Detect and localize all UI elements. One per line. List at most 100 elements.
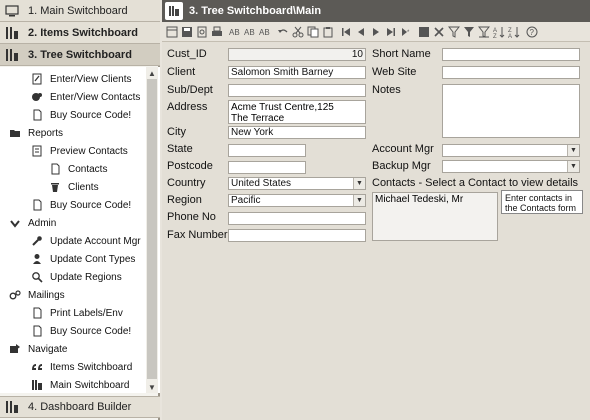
country-combo[interactable]: United States ▼: [228, 177, 366, 190]
city-field[interactable]: New York: [228, 126, 366, 139]
state-field[interactable]: [228, 144, 306, 157]
previous-record-icon[interactable]: [354, 25, 367, 39]
tree-item-main-switchboard[interactable]: Main Switchboard: [30, 376, 129, 393]
chevron-down-icon[interactable]: ▼: [567, 161, 579, 172]
tree-item-label: Enter/View Contacts: [50, 91, 141, 103]
scroll-thumb[interactable]: [147, 79, 157, 379]
client-label: Client: [167, 66, 196, 78]
tree-item-label: Update Cont Types: [50, 253, 136, 265]
tree-item-enter-view-contacts[interactable]: Enter/View Contacts: [30, 88, 140, 106]
tree-item-buy-source-code-2[interactable]: Buy Source Code!: [30, 196, 131, 214]
tree-scrollbar[interactable]: ▲ ▼: [146, 67, 158, 393]
tooltip-line-1: Enter contacts in: [505, 193, 573, 203]
find-icon[interactable]: AB: [243, 25, 256, 39]
filter-by-selection-icon[interactable]: [447, 25, 460, 39]
tree-item-contacts-report[interactable]: Contacts: [48, 160, 107, 178]
svg-text:AB: AB: [244, 28, 255, 37]
check-icon: [8, 216, 22, 230]
section-items-switchboard[interactable]: 2. Items Switchboard: [0, 22, 160, 44]
section-main-switchboard[interactable]: 1. Main Switchboard: [0, 0, 160, 22]
backup-mgr-combo[interactable]: ▼: [442, 160, 580, 173]
delete-record-icon[interactable]: [432, 25, 445, 39]
paste-icon[interactable]: [321, 25, 334, 39]
address-line-1: Acme Trust Centre,125: [231, 102, 334, 113]
phone-field[interactable]: [228, 212, 366, 225]
tree-item-items-switchboard[interactable]: Items Switchboard: [30, 358, 132, 376]
tree-item-buy-source-code[interactable]: Buy Source Code!: [30, 106, 131, 124]
new-record-icon[interactable]: *: [399, 25, 412, 39]
tree-item-preview-contacts[interactable]: Preview Contacts: [30, 142, 128, 160]
chevron-down-icon[interactable]: ▼: [567, 145, 579, 156]
chevron-down-icon[interactable]: ▼: [353, 178, 365, 189]
short-name-field[interactable]: [442, 48, 580, 61]
save-record-icon[interactable]: [417, 25, 430, 39]
client-field[interactable]: Salomon Smith Barney: [228, 66, 366, 79]
address-label: Address: [167, 101, 208, 113]
postcode-field[interactable]: [228, 161, 306, 174]
notes-field[interactable]: [442, 84, 580, 138]
tree-item-update-account-mgr[interactable]: Update Account Mgr: [30, 232, 141, 250]
contacts-list-item[interactable]: Michael Tedeski, Mr: [375, 194, 495, 205]
chevron-down-icon[interactable]: ▼: [353, 195, 365, 206]
copy-icon[interactable]: [306, 25, 319, 39]
quote-icon: [30, 360, 44, 374]
tree-item-print-labels[interactable]: Print Labels/Env: [30, 304, 123, 322]
save-icon[interactable]: [180, 25, 193, 39]
last-record-icon[interactable]: [384, 25, 397, 39]
sort-ascending-icon[interactable]: AZ: [492, 25, 505, 39]
tree-item-buy-source-code-3[interactable]: Buy Source Code!: [30, 322, 131, 340]
region-label: Region: [167, 194, 202, 206]
tree-item-label: Buy Source Code!: [50, 325, 132, 337]
undo-icon[interactable]: [276, 25, 289, 39]
account-mgr-combo[interactable]: ▼: [442, 144, 580, 157]
tree-item-label: Contacts: [68, 163, 108, 175]
search-icon: [30, 270, 44, 284]
form-panel: 3. Tree Switchboard\Main AB AB AB * AZ Z…: [162, 0, 590, 420]
switchboard-tree: Enter/View Clients Enter/View Contacts B…: [0, 67, 160, 393]
section-tree-switchboard[interactable]: 3. Tree Switchboard: [0, 44, 160, 66]
address-field[interactable]: Acme Trust Centre,125 The Terrace: [228, 100, 366, 124]
design-view-icon[interactable]: [165, 25, 178, 39]
folder-icon: [8, 126, 22, 140]
tree-folder-admin[interactable]: Admin: [8, 214, 56, 232]
tree-folder-reports[interactable]: Reports: [8, 124, 63, 142]
region-value: Pacific: [231, 195, 261, 206]
print-preview-icon[interactable]: [195, 25, 208, 39]
filter-by-form-icon[interactable]: [462, 25, 475, 39]
sort-descending-icon[interactable]: ZA: [507, 25, 520, 39]
cust-id-field[interactable]: 10: [228, 48, 366, 61]
tree-folder-navigate[interactable]: Navigate: [8, 340, 67, 358]
stack-icon: [30, 378, 44, 392]
help-icon[interactable]: ?: [525, 25, 538, 39]
country-value: United States: [231, 178, 292, 189]
spelling-icon[interactable]: AB: [228, 25, 241, 39]
svg-text:A: A: [508, 34, 512, 38]
country-label: Country: [167, 177, 206, 189]
find-replace-icon[interactable]: AB: [258, 25, 271, 39]
stack-icon: [0, 400, 24, 414]
next-record-icon[interactable]: [369, 25, 382, 39]
tree-item-label: Navigate: [28, 343, 68, 355]
print-icon[interactable]: [210, 25, 223, 39]
section-dashboard-builder[interactable]: 4. Dashboard Builder: [0, 396, 160, 418]
tree-item-enter-view-clients[interactable]: Enter/View Clients: [30, 70, 132, 88]
web-site-field[interactable]: [442, 66, 580, 79]
tree-item-update-regions[interactable]: Update Regions: [30, 268, 122, 286]
tree-folder-mailings[interactable]: Mailings: [8, 286, 65, 304]
section-label: 1. Main Switchboard: [28, 4, 128, 17]
svg-text:Z: Z: [493, 34, 497, 38]
fax-field[interactable]: [228, 229, 366, 242]
address-line-2: The Terrace: [231, 113, 285, 124]
scroll-down-arrow-icon[interactable]: ▼: [146, 381, 158, 393]
account-mgr-label: Account Mgr: [372, 143, 434, 155]
tree-item-update-cont-types[interactable]: Update Cont Types: [30, 250, 135, 268]
apply-filter-icon[interactable]: [477, 25, 490, 39]
sub-dept-field[interactable]: [228, 84, 366, 97]
cut-icon[interactable]: [291, 25, 304, 39]
region-combo[interactable]: Pacific ▼: [228, 194, 366, 207]
tree-item-clients-report[interactable]: Clients: [48, 178, 99, 196]
scroll-up-arrow-icon[interactable]: ▲: [146, 67, 158, 79]
first-record-icon[interactable]: [339, 25, 352, 39]
cust-id-label: Cust_ID: [167, 48, 207, 60]
contacts-list[interactable]: Michael Tedeski, Mr: [372, 192, 498, 241]
